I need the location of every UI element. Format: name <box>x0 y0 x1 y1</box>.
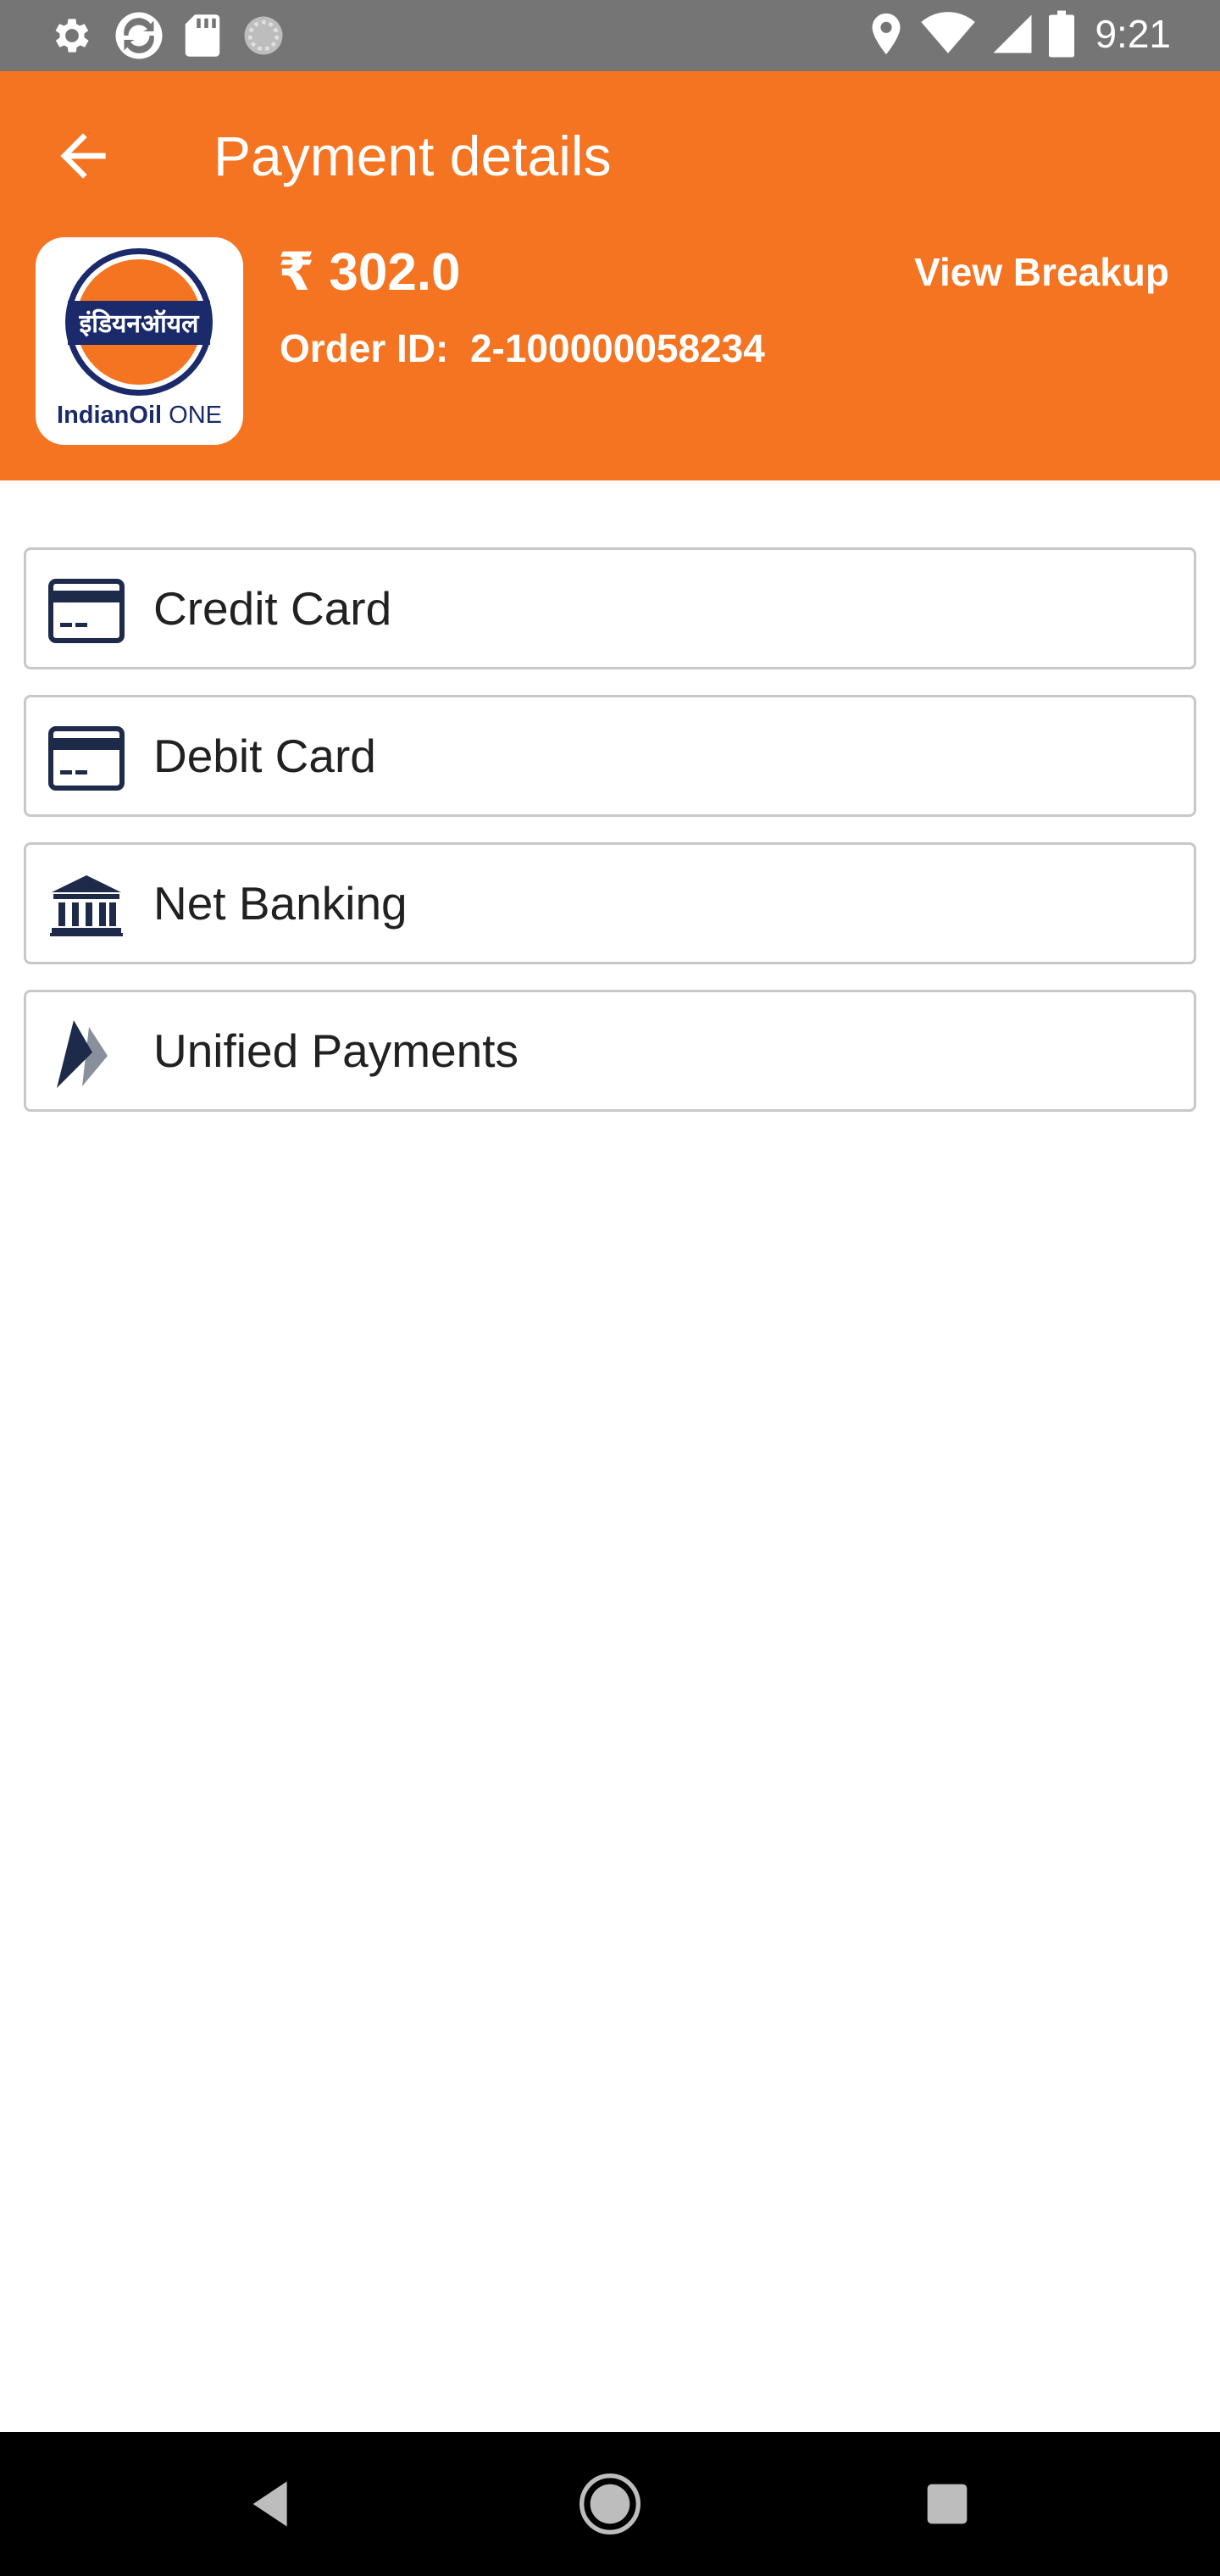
nav-home-button[interactable] <box>576 2470 644 2538</box>
order-id-line: Order ID: 2-100000058234 <box>280 325 765 371</box>
payment-method-label: Credit Card <box>153 582 392 635</box>
sd-card-icon <box>185 14 220 57</box>
circle-loader-icon <box>244 16 283 55</box>
view-breakup-link[interactable]: View Breakup <box>914 249 1169 295</box>
upi-icon <box>57 1020 108 1088</box>
page-title: Payment details <box>214 125 612 187</box>
status-bar: 9:21 <box>0 0 1220 71</box>
payment-method-credit-card[interactable]: Credit Card <box>24 547 1196 669</box>
logo-brand-text: IndianOil ONE <box>36 402 243 430</box>
payment-method-label: Debit Card <box>153 730 376 782</box>
payment-method-upi[interactable]: Unified Payments <box>24 990 1196 1112</box>
location-icon <box>872 13 901 55</box>
nav-recents-button[interactable] <box>913 2470 981 2538</box>
nav-back-button[interactable] <box>239 2470 307 2538</box>
payment-method-debit-card[interactable]: Debit Card <box>24 695 1196 817</box>
home-circle-icon <box>580 2473 640 2534</box>
status-time: 9:21 <box>1095 12 1171 56</box>
logo-devanagari: इंडियनऑयल <box>78 308 200 339</box>
order-id-label: Order ID: <box>280 326 449 370</box>
back-triangle-icon <box>252 2481 287 2527</box>
payment-method-label: Unified Payments <box>153 1024 519 1077</box>
order-id-value: 2-100000058234 <box>469 326 765 370</box>
system-nav-bar <box>0 2432 1220 2576</box>
indianoil-logo: इंडियनऑयल IndianOil ONE <box>36 237 243 445</box>
logo-brand-bold: IndianOil <box>57 402 163 429</box>
gear-icon <box>55 19 89 53</box>
arrow-left-icon <box>60 133 106 179</box>
credit-card-icon <box>48 579 125 643</box>
payment-amount: ₹ 302.0 <box>278 243 461 302</box>
battery-icon <box>1049 10 1075 58</box>
status-right-icons: 9:21 <box>868 10 1171 58</box>
payment-header: Payment details इंडियनऑयल IndianOil ONE … <box>0 71 1220 480</box>
signal-icon <box>993 14 1032 53</box>
bank-icon <box>50 875 123 936</box>
payment-method-net-banking[interactable]: Net Banking <box>24 842 1196 964</box>
recents-square-icon <box>927 2484 968 2524</box>
debit-card-icon <box>48 726 125 791</box>
sync-icon <box>115 12 163 59</box>
payment-methods-list: Credit Card Debit Card Net Banking Unifi… <box>24 547 1196 1137</box>
wifi-icon <box>921 12 976 53</box>
payment-method-label: Net Banking <box>153 877 408 930</box>
status-left-icons <box>49 10 286 61</box>
back-button[interactable] <box>49 122 117 190</box>
logo-brand-light: ONE <box>169 402 222 429</box>
